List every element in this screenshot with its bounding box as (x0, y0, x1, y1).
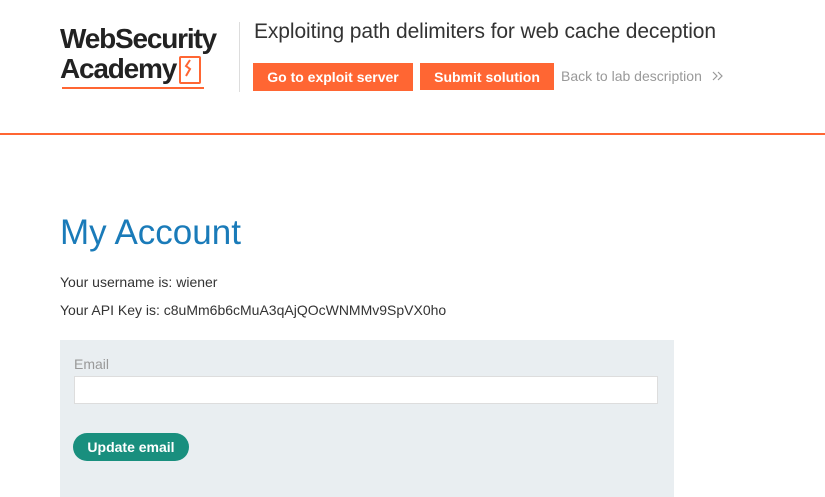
change-email-form: Email Update email (60, 340, 674, 497)
submit-solution-button[interactable]: Submit solution (420, 63, 554, 90)
go-to-exploit-server-button[interactable]: Go to exploit server (253, 63, 413, 91)
web-security-academy-logo[interactable]: WebSecurity Academy (60, 24, 240, 92)
api-key-value: c8uMm6b6cMuA3qAjQOcWNMMv9SpVX0ho (163, 302, 447, 318)
lab-title: Exploiting path delimiters for web cache… (254, 20, 716, 43)
back-link-label: Back to lab description (561, 68, 702, 84)
email-label: Email (74, 356, 110, 372)
double-chevron-right-icon (708, 68, 724, 84)
page-title: My Account (60, 213, 241, 252)
logo-text-line2: Academy (60, 53, 177, 84)
logo-text-line1: WebSecurity (60, 23, 217, 54)
logo-underline (62, 87, 204, 89)
header-divider (239, 22, 240, 92)
lab-header: WebSecurity Academy Exploiting path deli… (0, 0, 825, 135)
username-line: Your username is: wiener (60, 274, 217, 290)
email-input[interactable] (74, 376, 658, 404)
back-to-lab-description-link[interactable]: Back to lab description (561, 68, 724, 84)
lightning-bolt-icon (179, 56, 202, 84)
api-key-line: Your API Key is: c8uMm6b6cMuA3qAjQOcWNMM… (60, 302, 446, 318)
username-value: wiener (176, 274, 218, 290)
update-email-button[interactable]: Update email (73, 433, 189, 461)
api-key-prefix: Your API Key is: (60, 302, 164, 318)
username-prefix: Your username is: (60, 274, 177, 290)
